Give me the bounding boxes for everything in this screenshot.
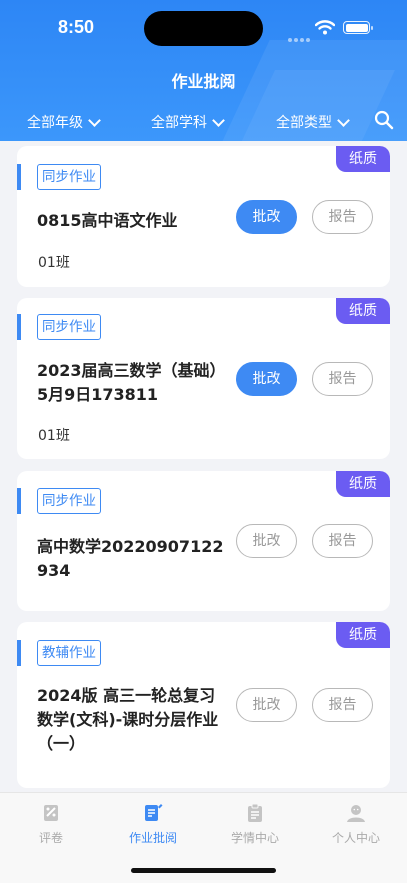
user-icon: [347, 805, 365, 822]
status-bar: 8:50: [0, 0, 407, 56]
homework-review-icon: [145, 804, 163, 821]
grade-filter[interactable]: 全部年级: [27, 112, 101, 132]
paper-badge: 纸质: [336, 622, 390, 648]
homework-card[interactable]: 同步作业 纸质 0815高中语文作业 批改 报告 01班: [17, 146, 390, 287]
wifi-icon: [315, 20, 335, 35]
paper-badge: 纸质: [336, 298, 390, 324]
subject-filter[interactable]: 全部学科: [151, 112, 225, 132]
homework-title: 2023届高三数学（基础）5月9日173811: [37, 361, 218, 404]
clipboard-icon: [248, 803, 262, 822]
report-button[interactable]: 报告: [312, 688, 373, 722]
chevron-down-icon: [88, 113, 101, 127]
type-filter[interactable]: 全部类型: [276, 112, 350, 132]
card-accent: [17, 314, 21, 340]
paper-badge: 纸质: [336, 146, 390, 172]
tab-homework-review[interactable]: 作业批阅: [102, 803, 204, 846]
report-button[interactable]: 报告: [312, 200, 373, 234]
tab-label: 个人中心: [331, 831, 380, 845]
tab-personal-center[interactable]: 个人中心: [305, 803, 407, 846]
home-indicator: [131, 868, 276, 873]
homework-title: 高中数学20220907122934: [37, 537, 224, 580]
type-filter-label: 全部类型: [276, 115, 332, 131]
card-accent: [17, 164, 21, 190]
homework-type-tag: 同步作业: [37, 314, 101, 340]
review-button[interactable]: 批改: [236, 524, 297, 558]
review-button[interactable]: 批改: [236, 200, 297, 234]
homework-card[interactable]: 同步作业 纸质 高中数学20220907122934 批改 报告: [17, 471, 390, 611]
signal-icon: [288, 27, 312, 46]
tab-label: 作业批阅: [128, 831, 177, 845]
dynamic-island: [144, 11, 263, 46]
homework-type-tag: 同步作业: [37, 488, 101, 514]
review-button[interactable]: 批改: [236, 362, 297, 396]
battery-icon: [343, 21, 373, 34]
chevron-down-icon: [337, 113, 350, 127]
homework-card[interactable]: 同步作业 纸质 2023届高三数学（基础）5月9日173811 批改 报告 01…: [17, 298, 390, 459]
class-label: 01班: [38, 255, 70, 271]
homework-type-tag: 同步作业: [37, 164, 101, 190]
tab-label: 评卷: [38, 831, 63, 845]
review-button[interactable]: 批改: [236, 688, 297, 722]
report-button[interactable]: 报告: [312, 362, 373, 396]
grade-filter-label: 全部年级: [27, 115, 83, 131]
class-label: 01班: [38, 428, 70, 444]
tab-label: 学情中心: [230, 831, 279, 845]
homework-list[interactable]: 同步作业 纸质 0815高中语文作业 批改 报告 01班 同步作业 纸质 202…: [0, 141, 407, 792]
page-title: 作业批阅: [171, 72, 236, 91]
homework-title: 2024版 高三一轮总复习 数学(文科)-课时分层作业（一）: [37, 686, 219, 753]
subject-filter-label: 全部学科: [151, 115, 207, 131]
card-accent: [17, 640, 21, 666]
status-time: 8:50: [58, 17, 95, 37]
homework-type-tag: 教辅作业: [37, 640, 101, 666]
chevron-down-icon: [212, 113, 225, 127]
card-accent: [17, 488, 21, 514]
report-button[interactable]: 报告: [312, 524, 373, 558]
homework-card[interactable]: 教辅作业 纸质 2024版 高三一轮总复习 数学(文科)-课时分层作业（一） 批…: [17, 622, 390, 788]
tab-grading[interactable]: 评卷: [0, 803, 102, 846]
grading-icon: [44, 805, 58, 821]
header: 8:50 作业批阅 全部年级 全部学科 全部类型: [0, 0, 407, 141]
tab-learning-center[interactable]: 学情中心: [204, 803, 306, 846]
paper-badge: 纸质: [336, 471, 390, 497]
homework-title: 0815高中语文作业: [37, 211, 178, 230]
search-icon[interactable]: [374, 110, 394, 130]
